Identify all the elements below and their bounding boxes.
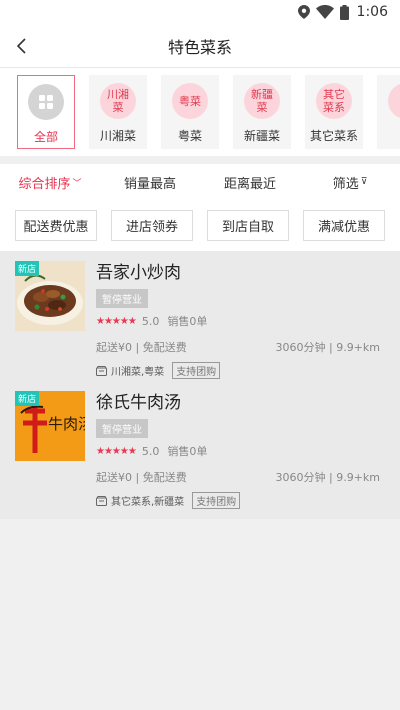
- category-item-hu[interactable]: 湖 湖: [377, 75, 400, 149]
- sales-count: 销售0单: [167, 445, 208, 458]
- shop-name: 徐氏牛肉汤: [96, 393, 181, 413]
- category-icon: 粤菜: [172, 83, 208, 119]
- distance-info: 3060分钟 | 9.9+km: [275, 341, 381, 354]
- shop-icon: [96, 365, 107, 376]
- shop-card[interactable]: 新店 吾家小炒肉 暂停营业 ★★★★★ 5.0 销售0单 起送¥0 | 免配送费…: [0, 259, 400, 389]
- category-label: 全部: [33, 130, 58, 144]
- filter-icon: ⊽: [360, 177, 368, 187]
- sort-label: 距离最近: [223, 176, 276, 192]
- shop-logo-text: 牛肉汤: [48, 415, 85, 433]
- sort-comprehensive[interactable]: 综合排序 ﹀: [0, 173, 100, 192]
- delivery-info: 起送¥0 | 免配送费: [96, 471, 187, 484]
- shop-image: 新店 牛肉汤: [15, 391, 85, 461]
- category-strip: 全部 川湘菜 川湘菜 粤菜 粤菜 新疆菜 新疆菜 其它菜系 其它菜系 湖 湖: [0, 68, 400, 156]
- category-icon: 新疆菜: [244, 83, 280, 119]
- category-icon: 湖: [388, 83, 400, 119]
- category-item-all[interactable]: 全部: [17, 75, 75, 149]
- shop-info: 徐氏牛肉汤 暂停营业 ★★★★★ 5.0 销售0单 起送¥0 | 免配送费 30…: [96, 389, 380, 509]
- sales-count: 销售0单: [167, 315, 208, 328]
- shop-icon: [96, 495, 107, 506]
- page-title: 特色菜系: [167, 37, 232, 57]
- rating-row: ★★★★★ 5.0 销售0单: [96, 443, 380, 459]
- category-label: 川湘菜: [99, 129, 136, 143]
- rating-score: 5.0: [141, 314, 160, 328]
- chevron-down-icon: ﹀: [72, 178, 82, 189]
- category-label: 粤菜: [177, 129, 202, 143]
- cuisine-tags: 其它菜系,新疆菜: [111, 497, 185, 508]
- category-item-chuanxiang[interactable]: 川湘菜 川湘菜: [89, 75, 147, 149]
- category-label: 其它菜系: [309, 129, 358, 143]
- category-item-yue[interactable]: 粤菜 粤菜: [161, 75, 219, 149]
- tags-row: 川湘菜,粤菜 支持团购: [96, 362, 380, 379]
- category-label: 新疆菜: [243, 129, 280, 143]
- category-item-other[interactable]: 其它菜系 其它菜系: [305, 75, 363, 149]
- filter-full-reduction[interactable]: 满减优惠: [303, 210, 385, 241]
- delivery-info: 起送¥0 | 免配送费: [96, 341, 187, 354]
- chevron-left-icon: [16, 38, 26, 54]
- category-icon-all: [28, 84, 64, 120]
- sort-label: 销量最高: [123, 176, 176, 192]
- star-rating-icon: ★★★★★: [96, 445, 137, 457]
- battery-icon: [339, 4, 349, 20]
- shop-list: 新店 吾家小炒肉 暂停营业 ★★★★★ 5.0 销售0单 起送¥0 | 免配送费…: [0, 251, 400, 519]
- category-icon: 川湘菜: [100, 83, 136, 119]
- new-shop-tag: 新店: [15, 261, 40, 276]
- sort-distance[interactable]: 距离最近: [200, 173, 300, 192]
- status-time: 1:06: [356, 4, 388, 20]
- empty-area: [0, 527, 400, 710]
- category-item-xinjiang[interactable]: 新疆菜 新疆菜: [233, 75, 291, 149]
- delivery-row: 起送¥0 | 免配送费 3060分钟 | 9.9+km: [96, 339, 380, 355]
- distance-info: 3060分钟 | 9.9+km: [275, 471, 381, 484]
- star-rating-icon: ★★★★★: [96, 315, 137, 327]
- nav-bar: 特色菜系: [0, 24, 400, 68]
- delivery-row: 起送¥0 | 免配送费 3060分钟 | 9.9+km: [96, 469, 380, 485]
- status-badge: 暂停营业: [96, 419, 148, 438]
- filter-pickup[interactable]: 到店自取: [207, 210, 289, 241]
- sort-bar: 综合排序 ﹀ 销量最高 距离最近 筛选 ⊽: [0, 164, 400, 200]
- filter-coupon[interactable]: 进店领券: [111, 210, 193, 241]
- group-buy-tag: 支持团购: [172, 362, 221, 379]
- location-icon: [297, 5, 310, 19]
- tags-row: 其它菜系,新疆菜 支持团购: [96, 492, 380, 509]
- section-gap: [0, 156, 400, 164]
- status-badge: 暂停营业: [96, 289, 148, 308]
- new-shop-tag: 新店: [15, 391, 40, 406]
- shop-name: 吾家小炒肉: [96, 263, 181, 283]
- rating-row: ★★★★★ 5.0 销售0单: [96, 313, 380, 329]
- category-icon: 其它菜系: [316, 83, 352, 119]
- shop-image: 新店: [15, 261, 85, 331]
- filter-row: 配送费优惠 进店领券 到店自取 满减优惠: [0, 200, 400, 251]
- sort-label: 筛选: [332, 176, 359, 192]
- group-buy-tag: 支持团购: [192, 492, 241, 509]
- grid-icon: [39, 95, 53, 109]
- back-button[interactable]: [8, 32, 36, 60]
- cuisine-tags: 川湘菜,粤菜: [111, 367, 165, 378]
- filter-delivery-discount[interactable]: 配送费优惠: [15, 210, 97, 241]
- shop-info: 吾家小炒肉 暂停营业 ★★★★★ 5.0 销售0单 起送¥0 | 免配送费 30…: [96, 259, 380, 379]
- rating-score: 5.0: [141, 444, 160, 458]
- sort-sales[interactable]: 销量最高: [100, 173, 200, 192]
- wifi-icon: [315, 5, 334, 19]
- status-bar: 1:06: [0, 0, 400, 24]
- sort-filter[interactable]: 筛选 ⊽: [300, 173, 400, 192]
- sort-label: 综合排序: [18, 176, 71, 192]
- shop-card[interactable]: 新店 牛肉汤 徐氏牛肉汤 暂停营业 ★★★★★ 5.0 销售0单 起送¥0 | …: [0, 389, 400, 519]
